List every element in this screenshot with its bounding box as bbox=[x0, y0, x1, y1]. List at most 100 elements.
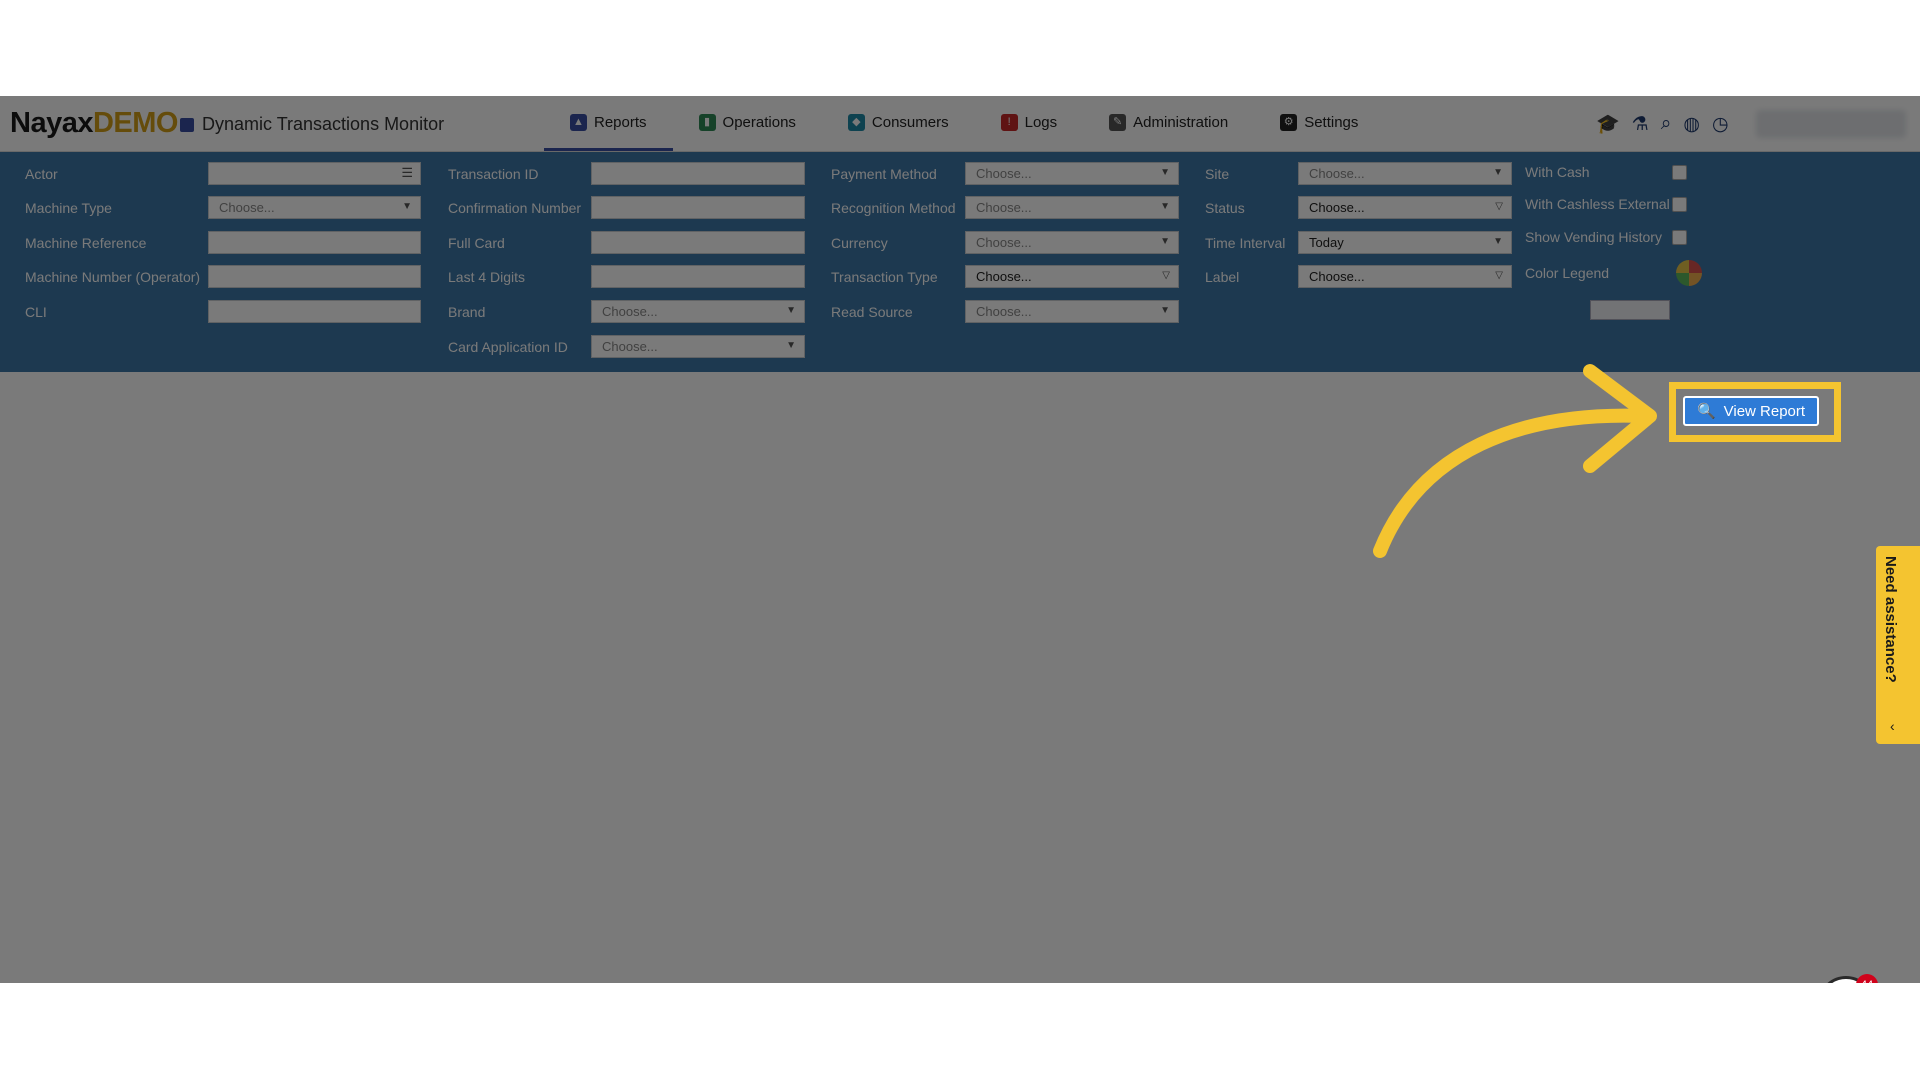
chevron-down-icon: ▼ bbox=[786, 305, 796, 316]
filter-panel: Actor ☰ Machine Type Choose... ▼ Machine … bbox=[0, 152, 1920, 372]
search-icon[interactable]: ⌕ bbox=[1661, 113, 1672, 135]
full-card-input[interactable] bbox=[591, 231, 805, 254]
chevron-down-icon: ▼ bbox=[1493, 167, 1503, 178]
logs-icon: ! bbox=[1000, 113, 1018, 131]
card-application-id-select[interactable]: Choose... ▼ bbox=[591, 335, 805, 358]
time-interval-label: Time Interval bbox=[1205, 235, 1286, 251]
tab-consumers[interactable]: ◆ Consumers bbox=[822, 96, 975, 148]
flask-icon[interactable]: ⚗ bbox=[1632, 113, 1649, 136]
site-select[interactable]: Choose... ▼ bbox=[1298, 162, 1512, 185]
search-icon: 🔍 bbox=[1696, 403, 1716, 420]
select-value: Choose... bbox=[976, 304, 1032, 319]
results-per-page-select[interactable] bbox=[1590, 300, 1670, 320]
chevron-down-icon: ▼ bbox=[1160, 167, 1170, 178]
card-application-id-label: Card Application ID bbox=[448, 339, 568, 355]
chevron-down-icon: ▼ bbox=[1160, 236, 1170, 247]
page-title-text: Dynamic Transactions Monitor bbox=[202, 114, 445, 134]
consumers-icon: ◆ bbox=[847, 113, 865, 131]
view-report-button[interactable]: 🔍 View Report bbox=[1683, 396, 1819, 426]
chart-icon bbox=[180, 117, 194, 132]
machine-reference-input[interactable] bbox=[208, 231, 421, 254]
app-window: NayaxDEMO Dynamic Transactions Monitor ▲… bbox=[0, 96, 1920, 983]
status-select[interactable]: Choose... ▽ bbox=[1298, 196, 1512, 219]
full-card-label: Full Card bbox=[448, 235, 505, 251]
need-assistance-label: Need assistance? bbox=[1882, 556, 1899, 683]
chevron-down-icon: ▼ bbox=[1493, 236, 1503, 247]
with-cash-checkbox[interactable] bbox=[1672, 165, 1687, 180]
transaction-type-label: Transaction Type bbox=[831, 269, 938, 285]
nayax-logo[interactable]: NayaxDEMO bbox=[10, 107, 178, 140]
select-value: Today bbox=[1309, 235, 1344, 250]
tab-operations[interactable]: ▮ Operations bbox=[673, 96, 822, 148]
chevron-down-icon: ▼ bbox=[402, 201, 412, 212]
graduation-cap-icon[interactable]: 🎓 bbox=[1596, 112, 1620, 136]
currency-label: Currency bbox=[831, 235, 888, 251]
show-vending-history-label: Show Vending History bbox=[1525, 229, 1662, 245]
select-value: Choose... bbox=[976, 269, 1032, 284]
label-select[interactable]: Choose... ▽ bbox=[1298, 265, 1512, 288]
select-value: Choose... bbox=[602, 304, 658, 319]
machine-type-select[interactable]: Choose... ▼ bbox=[208, 196, 421, 219]
chevron-down-icon: ▼ bbox=[786, 340, 796, 351]
tab-label: Administration bbox=[1133, 113, 1229, 131]
chevron-down-icon: ▼ bbox=[1160, 201, 1170, 212]
last-4-digits-label: Last 4 Digits bbox=[448, 269, 526, 285]
machine-reference-label: Machine Reference bbox=[25, 235, 147, 251]
user-menu[interactable] bbox=[1756, 110, 1906, 138]
chevron-down-icon: ▼ bbox=[1160, 305, 1170, 316]
operations-icon: ▮ bbox=[698, 113, 716, 131]
cli-input[interactable] bbox=[208, 300, 421, 323]
brand-label: Brand bbox=[448, 304, 486, 320]
machine-number-input[interactable] bbox=[208, 265, 421, 288]
tab-administration[interactable]: ✎ Administration bbox=[1083, 96, 1254, 148]
color-legend-label: Color Legend bbox=[1525, 265, 1610, 281]
need-assistance-tab[interactable]: Need assistance? ‹ bbox=[1876, 546, 1920, 744]
chevron-down-icon: ▽ bbox=[1495, 270, 1503, 281]
color-legend-icon[interactable] bbox=[1676, 260, 1702, 286]
gear-icon: ⚙ bbox=[1280, 113, 1298, 131]
actor-label: Actor bbox=[25, 166, 58, 182]
recognition-method-select[interactable]: Choose... ▼ bbox=[965, 196, 1179, 219]
select-value: Choose... bbox=[976, 166, 1032, 181]
tab-settings[interactable]: ⚙ Settings bbox=[1254, 96, 1384, 148]
notification-badge: 44 bbox=[1856, 974, 1878, 983]
payment-method-label: Payment Method bbox=[831, 166, 937, 182]
globe-icon[interactable]: ◍ bbox=[1683, 113, 1700, 136]
transaction-type-select[interactable]: Choose... ▽ bbox=[965, 265, 1179, 288]
label-label: Label bbox=[1205, 269, 1240, 285]
chevron-down-icon: ▽ bbox=[1495, 201, 1503, 212]
tab-label: Operations bbox=[722, 113, 796, 131]
chevron-down-icon: ▽ bbox=[1162, 270, 1170, 281]
tab-reports[interactable]: ▲ Reports bbox=[544, 96, 673, 151]
with-cashless-external-label: With Cashless External bbox=[1525, 196, 1670, 212]
read-source-label: Read Source bbox=[831, 304, 913, 320]
view-report-label: View Report bbox=[1723, 402, 1806, 420]
tab-logs[interactable]: ! Logs bbox=[975, 96, 1084, 148]
brand-select[interactable]: Choose... ▼ bbox=[591, 300, 805, 323]
actor-input[interactable]: ☰ bbox=[208, 162, 421, 185]
tab-label: Reports bbox=[594, 113, 647, 131]
currency-select[interactable]: Choose... ▼ bbox=[965, 231, 1179, 254]
read-source-select[interactable]: Choose... ▼ bbox=[965, 300, 1179, 323]
select-value: Choose... bbox=[1309, 166, 1365, 181]
show-vending-history-checkbox[interactable] bbox=[1672, 230, 1687, 245]
header-tools: 🎓 ⚗ ⌕ ◍ ◷ bbox=[1596, 112, 1729, 136]
pointer-arrow bbox=[1373, 364, 1657, 558]
list-icon[interactable]: ☰ bbox=[401, 165, 413, 181]
recognition-method-label: Recognition Method bbox=[831, 200, 956, 216]
clock-icon[interactable]: ◷ bbox=[1712, 113, 1729, 136]
reports-icon: ▲ bbox=[570, 113, 587, 131]
logo-secondary: DEMO bbox=[92, 107, 179, 139]
last-4-digits-input[interactable] bbox=[591, 265, 805, 288]
payment-method-select[interactable]: Choose... ▼ bbox=[965, 162, 1179, 185]
confirmation-number-input[interactable] bbox=[591, 196, 805, 219]
tab-label: Settings bbox=[1304, 113, 1359, 131]
select-value: Choose... bbox=[976, 235, 1032, 250]
time-interval-select[interactable]: Today ▼ bbox=[1298, 231, 1512, 254]
select-value: Choose... bbox=[976, 200, 1032, 215]
with-cash-label: With Cash bbox=[1525, 164, 1590, 180]
transaction-id-input[interactable] bbox=[591, 162, 805, 185]
site-label: Site bbox=[1205, 166, 1230, 182]
select-value: Choose... bbox=[1309, 200, 1365, 215]
with-cashless-external-checkbox[interactable] bbox=[1672, 197, 1687, 212]
